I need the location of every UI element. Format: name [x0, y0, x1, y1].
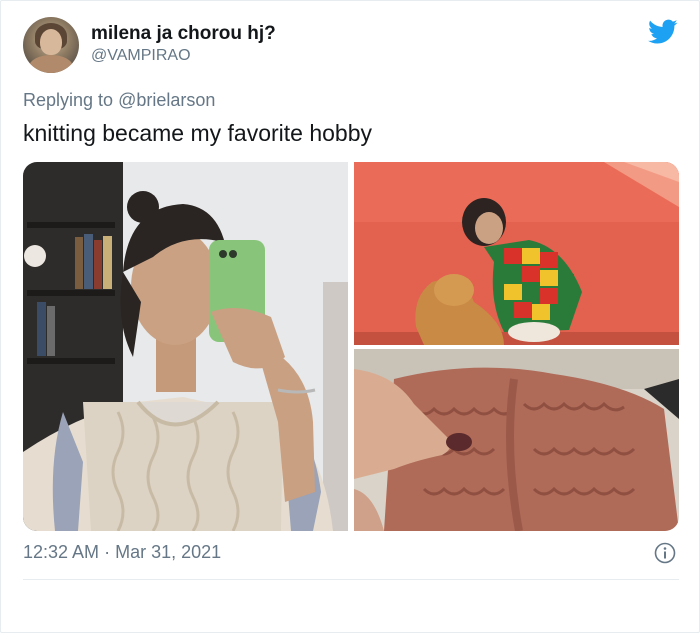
avatar-face	[40, 29, 62, 55]
photo-knitting-image	[354, 349, 679, 531]
photo-selfie[interactable]	[23, 162, 348, 531]
author-name[interactable]: milena ja chorou hj?	[91, 23, 276, 45]
photo-cardigan-dog-image	[354, 162, 679, 345]
author-handle[interactable]: @VAMPIRAO	[91, 47, 191, 65]
tweet-timestamp[interactable]: 12:32 AM · Mar 31, 2021	[23, 542, 221, 563]
replying-to: Replying to @brielarson	[23, 90, 215, 111]
tweet-text: knitting became my favorite hobby	[23, 120, 373, 146]
photo-knitting[interactable]	[354, 349, 679, 531]
twitter-bird-icon[interactable]	[648, 19, 678, 45]
photo-cardigan-dog[interactable]	[354, 162, 679, 345]
author-avatar[interactable]	[23, 17, 79, 73]
tweet-date: Mar 31, 2021	[115, 542, 222, 562]
media-grid	[23, 162, 679, 531]
tweet-card: milena ja chorou hj? @VAMPIRAO Replying …	[0, 0, 700, 633]
info-icon[interactable]	[654, 542, 676, 564]
divider	[23, 579, 679, 580]
replying-prefix: Replying to	[23, 90, 114, 110]
photo-selfie-image	[23, 162, 348, 531]
tweet-time: 12:32 AM	[23, 542, 100, 562]
timestamp-separator: ·	[104, 542, 111, 562]
avatar-shoulders	[29, 55, 73, 73]
replying-to-mention[interactable]: @brielarson	[118, 90, 215, 110]
